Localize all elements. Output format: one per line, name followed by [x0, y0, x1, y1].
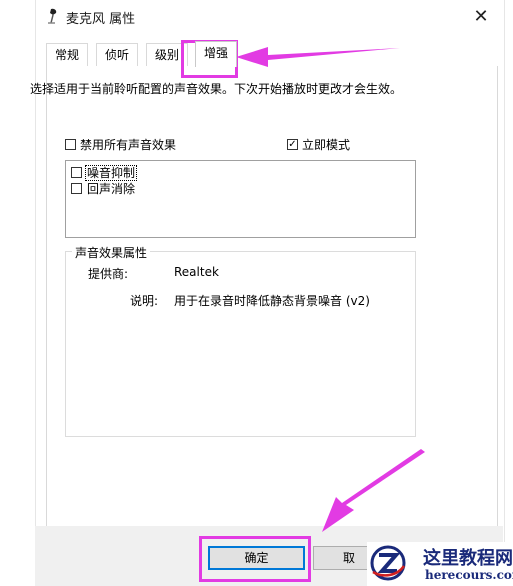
microphone-icon: [48, 8, 57, 24]
effect-noise-suppression[interactable]: 噪音抑制: [71, 165, 171, 181]
close-button[interactable]: ✕: [458, 0, 504, 32]
site-watermark: 这里教程网 herecours.com: [367, 542, 513, 586]
provider-value: Realtek: [174, 265, 219, 279]
effect-label: 噪音抑制: [84, 165, 138, 181]
effect-echo-cancellation[interactable]: 回声消除: [71, 182, 171, 196]
tab-levels[interactable]: 级别: [146, 43, 189, 66]
tab-strip: 常规 侦听 级别 增强: [46, 41, 496, 67]
close-icon: ✕: [473, 5, 489, 27]
description-label: 说明:: [129, 294, 158, 308]
tab-general[interactable]: 常规: [46, 43, 89, 66]
tab-enhancements[interactable]: 增强: [195, 41, 238, 67]
immediate-mode-label: 立即模式: [302, 138, 351, 152]
disable-all-effects-checkbox[interactable]: 禁用所有声音效果: [65, 138, 205, 152]
watermark-url: herecours.com: [425, 568, 513, 582]
title-bar: 麦克风 属性 ✕: [36, 0, 504, 32]
enhancements-description: 选择适用于当前聆听配置的声音效果。下次开始播放时更改才会生效。: [30, 82, 403, 96]
checkbox-box: [71, 183, 82, 194]
checkbox-box: [71, 167, 82, 178]
watermark-logo-icon: [370, 545, 406, 581]
watermark-title: 这里教程网: [423, 548, 513, 569]
immediate-mode-checkbox[interactable]: ✓ 立即模式: [287, 138, 377, 152]
checkmark-icon: ✓: [287, 139, 298, 150]
effects-list[interactable]: 噪音抑制 回声消除: [65, 160, 416, 238]
tab-listen[interactable]: 侦听: [96, 43, 139, 66]
effect-properties-group: 声音效果属性 提供商: Realtek 说明: 用于在录音时降低静态背景噪音 (…: [65, 244, 416, 437]
description-value: 用于在录音时降低静态背景噪音 (v2): [174, 294, 370, 308]
checkbox-box: [65, 139, 76, 150]
ok-button[interactable]: 确定: [208, 546, 305, 570]
window-title: 麦克风 属性: [66, 12, 136, 27]
group-title: 声音效果属性: [72, 244, 151, 261]
disable-all-effects-label: 禁用所有声音效果: [80, 138, 177, 152]
effect-label: 回声消除: [87, 182, 136, 196]
provider-label: 提供商:: [87, 267, 128, 281]
